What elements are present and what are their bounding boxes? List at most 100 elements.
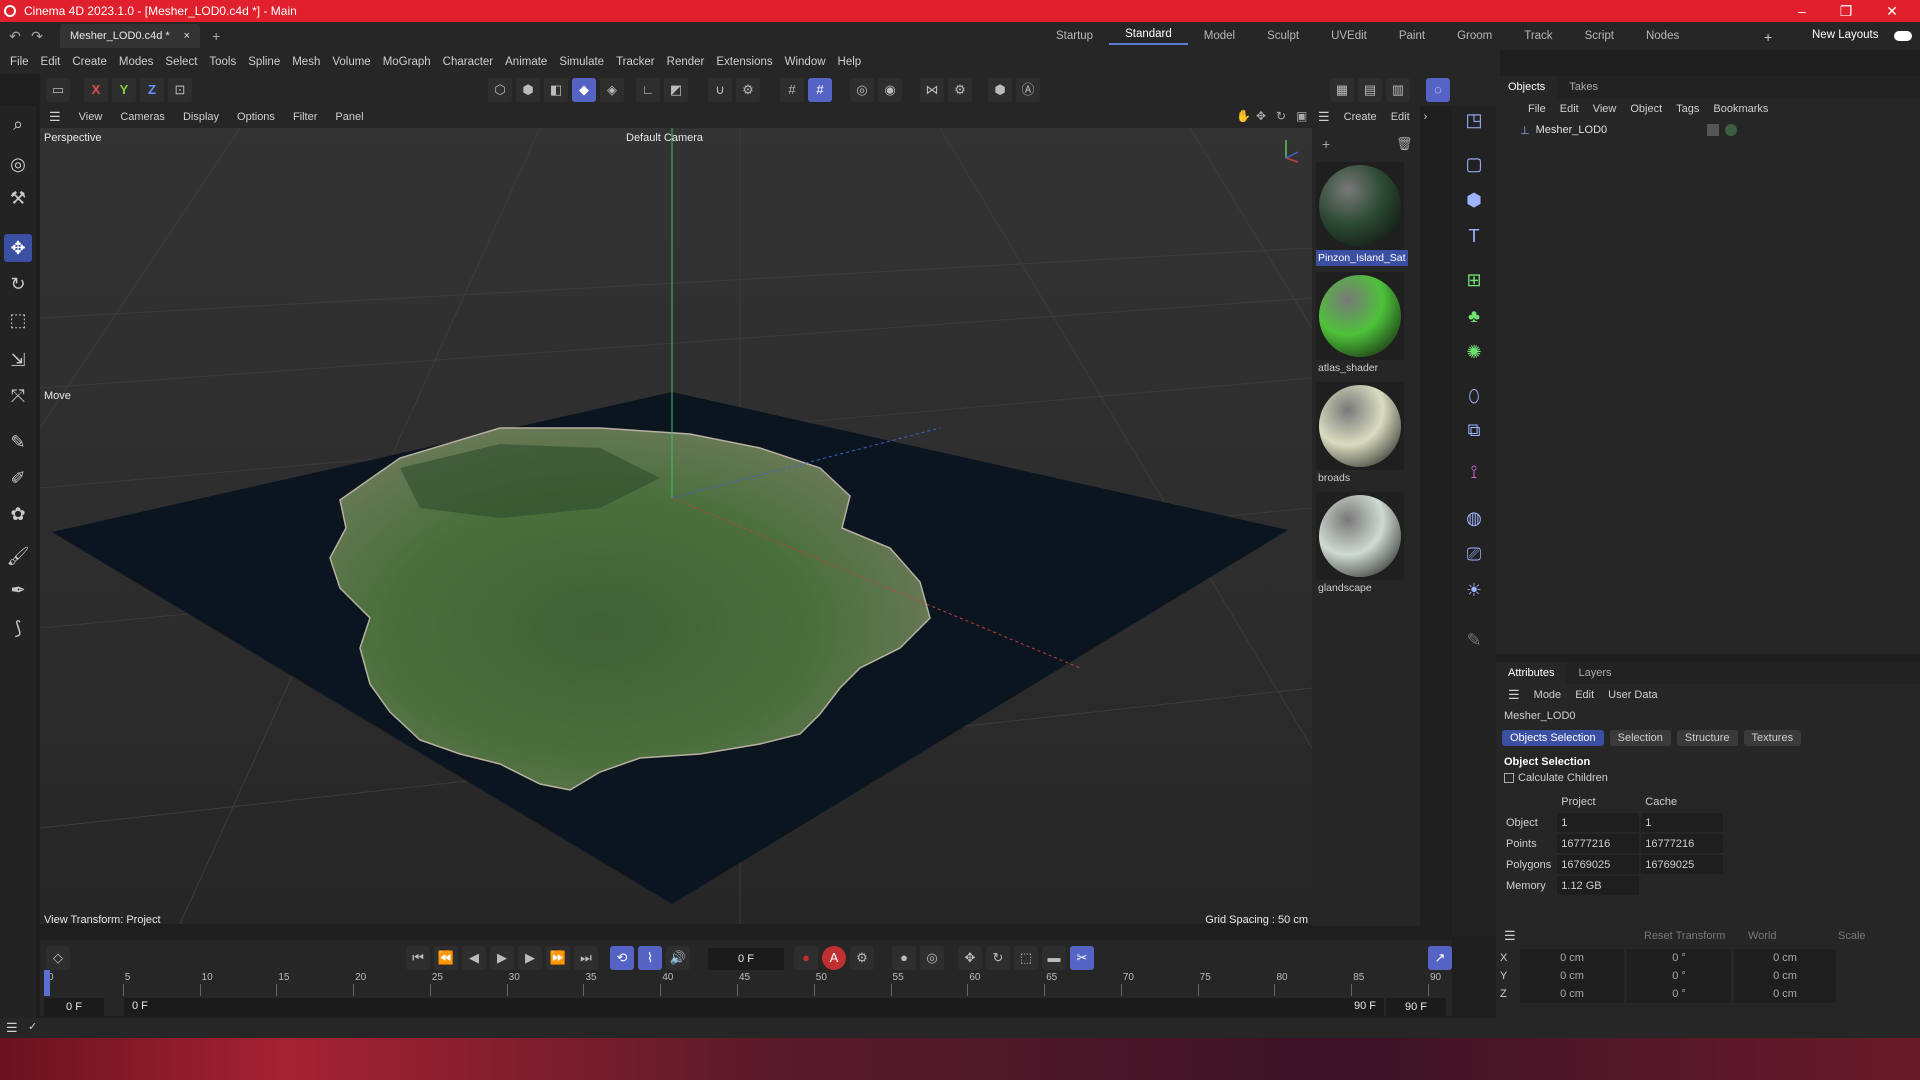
selection-tools-icon[interactable]: ⚒: [4, 184, 32, 212]
menu-help[interactable]: Help: [832, 56, 868, 68]
key-position-icon[interactable]: ●: [892, 946, 916, 970]
material-atlas-shader[interactable]: atlas_shader: [1316, 272, 1408, 376]
close-button[interactable]: ✕: [1872, 0, 1912, 22]
tab-attributes[interactable]: Attributes: [1496, 662, 1567, 684]
previous-key-icon[interactable]: ⏪: [434, 946, 458, 970]
scale-z-field[interactable]: 0 cm: [1734, 985, 1836, 1003]
transform-tool-icon[interactable]: ⇲: [4, 346, 32, 374]
loop-icon[interactable]: ⟲: [610, 946, 634, 970]
magnet-tool-icon[interactable]: ⟆: [4, 614, 32, 642]
symmetry-icon[interactable]: ⋈: [920, 78, 944, 102]
lock-z-axis-button[interactable]: Z: [140, 78, 164, 102]
rotate-tool-icon[interactable]: ↻: [4, 270, 32, 298]
maximize-view-icon[interactable]: ▣: [1296, 109, 1307, 123]
menu-mograph[interactable]: MoGraph: [377, 56, 437, 68]
key-move-icon[interactable]: ✥: [958, 946, 982, 970]
render-settings-icon[interactable]: ▥: [1386, 78, 1410, 102]
viewport-menu-panel[interactable]: Panel: [326, 111, 372, 123]
reset-transform-button[interactable]: Reset Transform: [1644, 930, 1748, 942]
key-rotate-icon[interactable]: ↻: [986, 946, 1010, 970]
layout-tab-track[interactable]: Track: [1508, 30, 1568, 42]
menu-mesh[interactable]: Mesh: [286, 56, 326, 68]
snap-magnet-icon[interactable]: ∪: [708, 78, 732, 102]
end-frame-field[interactable]: 90 F: [1386, 998, 1446, 1016]
go-to-end-icon[interactable]: ⏭: [574, 946, 598, 970]
cloner-icon[interactable]: ♣: [1460, 302, 1488, 330]
keyframe-settings-icon[interactable]: ⚙: [850, 946, 874, 970]
material-hamburger-icon[interactable]: ☰: [1318, 109, 1330, 125]
subtab-objects-selection[interactable]: Objects Selection: [1502, 730, 1604, 746]
layout-tab-paint[interactable]: Paint: [1383, 30, 1441, 42]
key-scale-icon[interactable]: ⬚: [1014, 946, 1038, 970]
timeline-manager-icon[interactable]: ↗: [1428, 946, 1452, 970]
previous-frame-icon[interactable]: ◀: [462, 946, 486, 970]
position-z-field[interactable]: 0 cm: [1520, 985, 1624, 1003]
menu-volume[interactable]: Volume: [326, 56, 376, 68]
object-name[interactable]: Mesher_LOD0: [1536, 124, 1608, 136]
scale-tool-icon[interactable]: ⬚: [4, 306, 32, 334]
viewport-menu-filter[interactable]: Filter: [284, 111, 326, 123]
rotation-x-field[interactable]: 0 °: [1627, 949, 1731, 967]
add-layout-button[interactable]: +: [1764, 29, 1772, 45]
position-y-field[interactable]: 0 cm: [1520, 967, 1624, 985]
subtab-textures[interactable]: Textures: [1743, 730, 1802, 746]
layout-toggle[interactable]: [1894, 31, 1912, 41]
edges-mode-icon[interactable]: ⬢: [516, 78, 540, 102]
subtab-structure[interactable]: Structure: [1676, 730, 1738, 746]
field-icon[interactable]: ⧉: [1460, 416, 1488, 444]
calculate-children-row[interactable]: Calculate Children: [1496, 770, 1920, 786]
material-more-icon[interactable]: ›: [1424, 111, 1428, 123]
record-icon[interactable]: ●: [794, 946, 818, 970]
keyframe-icon[interactable]: ◇: [46, 946, 70, 970]
move-tool-icon[interactable]: ✥: [4, 234, 32, 262]
objects-menu-bookmarks[interactable]: Bookmarks: [1713, 103, 1768, 115]
tab-layers[interactable]: Layers: [1566, 667, 1623, 679]
menu-modes[interactable]: Modes: [113, 56, 160, 68]
menu-edit[interactable]: Edit: [35, 56, 67, 68]
environment-icon[interactable]: ◍: [1460, 504, 1488, 532]
key-param-icon[interactable]: ▬: [1042, 946, 1066, 970]
viewport-menu-options[interactable]: Options: [228, 111, 284, 123]
move-view-icon[interactable]: ✥: [1256, 109, 1266, 123]
minimize-button[interactable]: –: [1782, 0, 1822, 22]
scale-dropdown[interactable]: Scale: [1838, 930, 1866, 942]
next-frame-icon[interactable]: ▶: [518, 946, 542, 970]
menu-character[interactable]: Character: [437, 56, 500, 68]
subtab-selection[interactable]: Selection: [1609, 730, 1671, 746]
grid-snap-icon[interactable]: #: [808, 78, 832, 102]
layout-tab-nodes[interactable]: Nodes: [1630, 30, 1695, 42]
select-icon[interactable]: ◎: [4, 150, 32, 178]
playback-rate-icon[interactable]: ⌇: [638, 946, 662, 970]
menu-extensions[interactable]: Extensions: [710, 56, 778, 68]
edit-icon[interactable]: ✎: [1460, 626, 1488, 654]
material-tag-icon[interactable]: [1725, 124, 1738, 136]
rotation-y-field[interactable]: 0 °: [1627, 967, 1731, 985]
layout-tab-script[interactable]: Script: [1569, 30, 1630, 42]
layout-tab-startup[interactable]: Startup: [1040, 30, 1109, 42]
objects-menu-object[interactable]: Object: [1630, 103, 1662, 115]
generator-icon[interactable]: ⊞: [1460, 266, 1488, 294]
document-tab[interactable]: Mesher_LOD0.c4d * ×: [60, 24, 201, 48]
snap-tool-icon[interactable]: ⤧: [4, 382, 32, 410]
3d-viewport[interactable]: Perspective Default Camera Move: [40, 128, 1312, 924]
viewport-solo-icon[interactable]: ▭: [46, 78, 70, 102]
redo-icon[interactable]: ↷: [26, 28, 48, 45]
render-view-icon[interactable]: ▦: [1330, 78, 1354, 102]
polygons-mode-icon[interactable]: ◧: [544, 78, 568, 102]
search-icon[interactable]: ⌕: [4, 110, 32, 138]
coords-hamburger-icon[interactable]: ☰: [1504, 928, 1644, 944]
polygon-pen-icon[interactable]: ✒: [4, 576, 32, 604]
lod-icon[interactable]: ⬢: [988, 78, 1012, 102]
objects-menu-edit[interactable]: Edit: [1560, 103, 1579, 115]
attributes-menu-mode[interactable]: Mode: [1534, 689, 1562, 701]
material-glandscape[interactable]: glandscape: [1316, 492, 1408, 596]
menu-tools[interactable]: Tools: [203, 56, 242, 68]
menu-window[interactable]: Window: [779, 56, 832, 68]
start-frame-field[interactable]: 0 F: [44, 998, 104, 1016]
material-menu-edit[interactable]: Edit: [1391, 111, 1410, 123]
text-object-icon[interactable]: T: [1460, 222, 1488, 250]
viewport-menu-cameras[interactable]: Cameras: [111, 111, 174, 123]
timeline-ruler[interactable]: 0 5 10 15 20 25 30 35 40 45 50 55 60 65 70 75 80 85 90: [40, 970, 1452, 998]
coordinate-system-icon[interactable]: ⊡: [168, 78, 192, 102]
undo-icon[interactable]: ↶: [4, 28, 26, 45]
